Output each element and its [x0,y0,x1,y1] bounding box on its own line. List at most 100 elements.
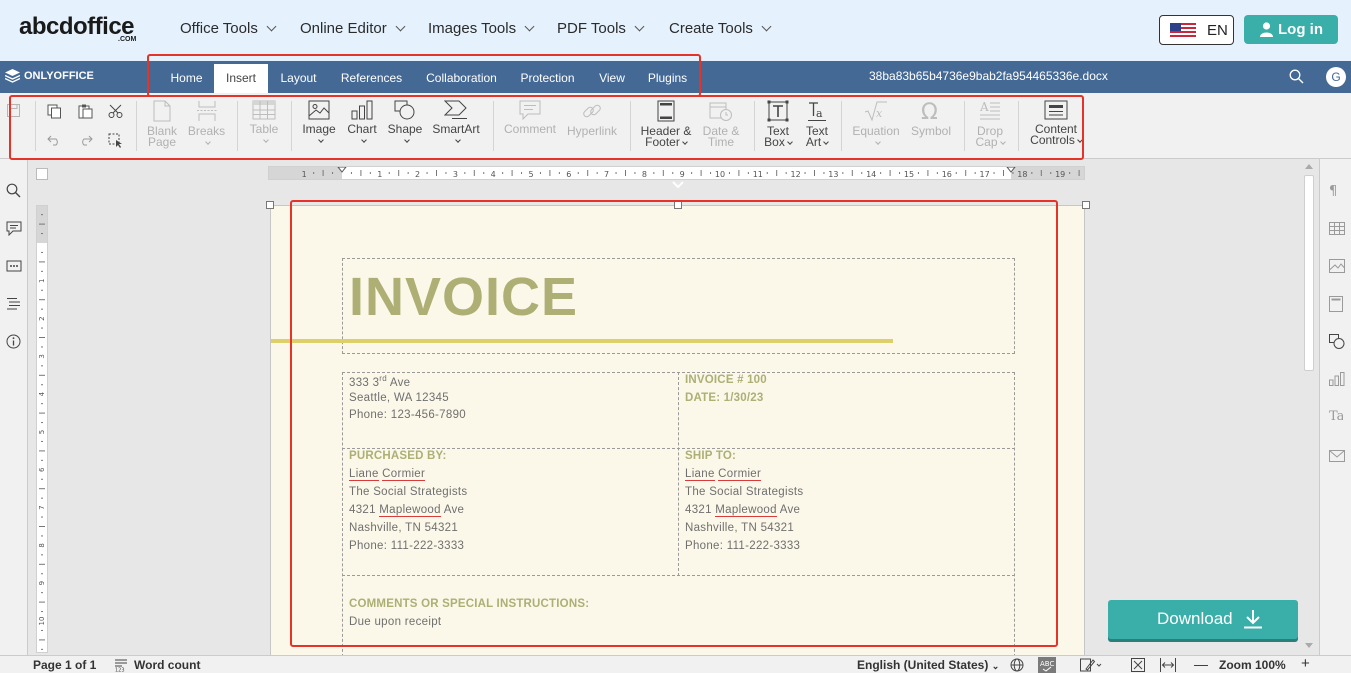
tab-view[interactable]: View [592,64,632,93]
shape-settings-icon[interactable] [1329,334,1345,349]
page-indicator[interactable]: Page 1 of 1 [33,658,96,672]
symbol-button[interactable]: Ω Symbol [907,100,955,137]
cut-icon[interactable] [108,104,123,119]
spellcheck-icon[interactable]: ABC [1038,657,1056,673]
paste-icon[interactable] [78,104,93,119]
breaks-button[interactable]: Breaks [184,100,229,148]
language-selector[interactable]: EN [1159,15,1234,45]
tab-stop-selector[interactable] [36,168,48,180]
document-page[interactable]: INVOICE 333 3rd Ave Seattle, WA 12345 Ph… [266,201,1090,665]
search-icon[interactable] [1289,69,1304,84]
date-time-button[interactable]: Date & Time [699,100,743,148]
login-button[interactable]: Log in [1244,15,1338,44]
resize-handle[interactable] [266,201,274,209]
invoice-number[interactable]: INVOICE # 100 [685,374,767,386]
chart-settings-icon[interactable] [1329,372,1345,386]
nav-create-tools[interactable]: Create Tools [669,20,772,37]
tab-protection[interactable]: Protection [513,64,582,93]
mail-merge-icon[interactable] [1329,450,1345,462]
ship-to-phone[interactable]: Phone: 111-222-3333 [685,540,800,552]
navigation-icon[interactable] [6,297,21,310]
comments-heading[interactable]: COMMENTS OR SPECIAL INSTRUCTIONS: [349,598,589,610]
tab-plugins[interactable]: Plugins [640,64,695,93]
chat-icon[interactable] [6,259,22,274]
fit-width-icon[interactable] [1160,658,1176,672]
resize-handle[interactable] [1082,201,1090,209]
shape-button[interactable]: Shape [385,100,425,146]
tab-references[interactable]: References [334,64,409,93]
comments-text[interactable]: Due upon receipt [349,616,441,628]
image-settings-icon[interactable] [1329,259,1345,273]
save-icon[interactable] [7,104,20,117]
table-settings-icon[interactable] [1329,222,1345,235]
hyperlink-button[interactable]: Hyperlink [563,100,621,137]
fit-page-icon[interactable] [1131,658,1145,672]
ship-to-street[interactable]: 4321 Maplewood Ave [685,504,800,517]
info-icon[interactable] [6,334,21,349]
find-icon[interactable] [6,183,21,198]
purchaser-phone[interactable]: Phone: 111-222-3333 [349,540,464,552]
vertical-ruler[interactable]: 1 2 3 4 5 6 7 8 9 10 [36,205,48,653]
download-button[interactable]: Download [1108,600,1298,639]
drop-cap-button[interactable]: A Drop Cap [971,100,1009,148]
undo-icon[interactable] [47,135,62,146]
smartart-button[interactable]: SmartArt [430,100,482,146]
svg-text:A: A [979,100,989,114]
image-button[interactable]: Image [300,100,338,146]
nav-images-tools[interactable]: Images Tools [428,20,535,37]
chart-button[interactable]: Chart [343,100,381,146]
blank-page-icon [153,100,171,122]
copy-icon[interactable] [47,104,62,119]
blank-page-button[interactable]: Blank Page [142,100,182,148]
globe-icon[interactable] [1010,658,1024,672]
scroll-up-icon[interactable] [1305,163,1313,169]
tab-home[interactable]: Home [160,64,213,93]
header-footer-settings-icon[interactable] [1329,296,1343,312]
tab-layout[interactable]: Layout [271,64,326,93]
tab-insert[interactable]: Insert [214,64,268,93]
address-line-1[interactable]: 333 3rd Ave [349,374,410,389]
zoom-out-button[interactable]: — [1194,656,1208,672]
content-controls-button[interactable]: Content Controls [1026,100,1086,146]
select-all-icon[interactable] [108,133,123,148]
redo-icon[interactable] [78,135,93,146]
vertical-scrollbar[interactable] [1302,161,1316,653]
table-button[interactable]: Table [245,100,283,146]
track-changes-icon[interactable] [1080,658,1102,672]
user-avatar[interactable]: G [1326,67,1346,87]
horizontal-ruler[interactable]: 1 1 2 3 4 5 6 7 8 9 10 11 12 13 14 15 16 17 18 19 [268,166,1085,180]
language-status[interactable]: English (United States) ⌄ [857,658,999,672]
invoice-date[interactable]: DATE: 1/30/23 [685,392,763,404]
header-footer-button[interactable]: Header & Footer [638,100,694,148]
nav-office-tools[interactable]: Office Tools [180,20,277,37]
text-box-button[interactable]: Text Box [759,100,797,148]
purchased-by-heading[interactable]: PURCHASED BY: [349,450,447,462]
ship-to-name[interactable]: Liane Cormier [685,468,762,481]
zoom-level[interactable]: Zoom 100% [1219,658,1286,672]
text-art-settings-icon[interactable]: Ta [1329,408,1343,424]
zoom-in-button[interactable]: + [1301,655,1310,672]
purchaser-company[interactable]: The Social Strategists [349,486,467,498]
word-count-button[interactable]: Word count [134,658,200,672]
equation-button[interactable]: x Equation [848,100,904,148]
paragraph-settings-icon[interactable]: ¶ [1329,183,1341,197]
nav-online-editor[interactable]: Online Editor [300,20,406,37]
scrollbar-thumb[interactable] [1304,175,1314,371]
nav-pdf-tools[interactable]: PDF Tools [557,20,645,37]
address-phone[interactable]: Phone: 123-456-7890 [349,409,466,421]
purchaser-name[interactable]: Liane Cormier [349,468,426,481]
ship-to-heading[interactable]: SHIP TO: [685,450,736,462]
resize-handle[interactable] [674,201,682,209]
comments-icon[interactable] [6,221,22,236]
comment-button[interactable]: Comment [500,100,560,135]
purchaser-city[interactable]: Nashville, TN 54321 [349,522,458,534]
site-logo[interactable]: abcdoffice [19,13,135,41]
purchaser-street[interactable]: 4321 Maplewood Ave [349,504,464,517]
ship-to-company[interactable]: The Social Strategists [685,486,803,498]
invoice-title[interactable]: INVOICE [349,266,578,328]
text-art-button[interactable]: a Text Art [800,100,834,148]
scroll-down-icon[interactable] [1305,643,1313,649]
ship-to-city[interactable]: Nashville, TN 54321 [685,522,794,534]
address-line-2[interactable]: Seattle, WA 12345 [349,392,449,404]
tab-collaboration[interactable]: Collaboration [419,64,504,93]
